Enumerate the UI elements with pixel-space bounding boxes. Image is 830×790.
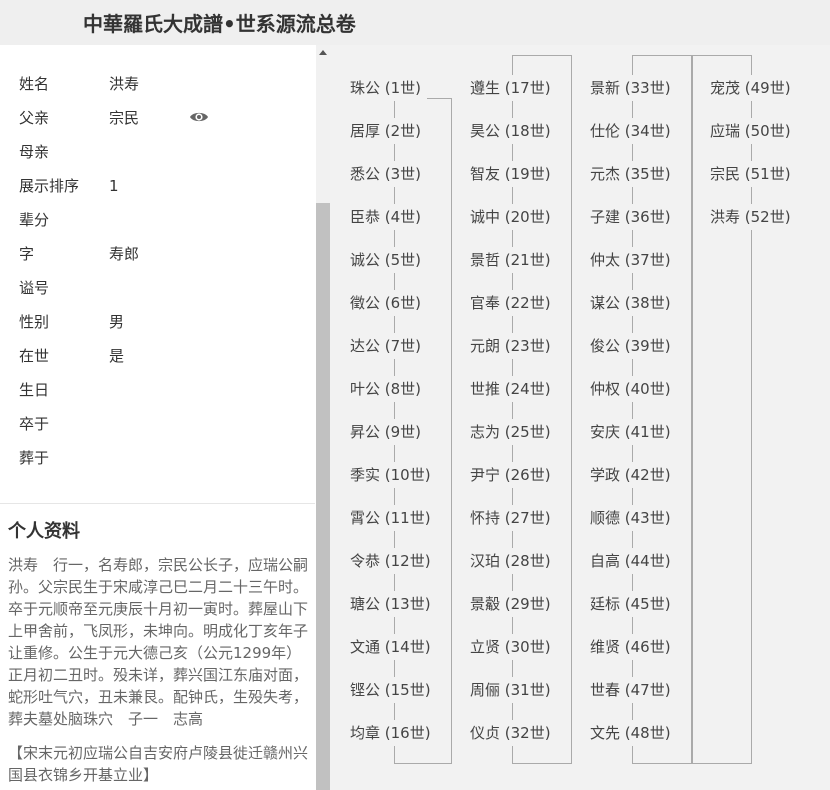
- field-label: 在世: [19, 347, 50, 365]
- scroll-up-arrow-icon[interactable]: [319, 50, 327, 55]
- generation-item[interactable]: 周俪 (31世): [464, 677, 557, 703]
- generation-item[interactable]: 怀持 (27世): [464, 505, 557, 531]
- profile-bio: 洪寿 行一，名寿郎，宗民公长子，应瑞公嗣孙。父宗民生于宋咸淳己巳二月二十三午时。…: [8, 556, 309, 728]
- generation-item[interactable]: 珠公 (1世): [344, 75, 428, 101]
- generation-item[interactable]: 昇公 (9世): [344, 419, 428, 445]
- field-label: 辈分: [19, 211, 50, 229]
- header-bar: 中華羅氏大成譜•世系源流总卷: [0, 0, 830, 45]
- field-label: 母亲: [19, 143, 50, 161]
- field-label: 性别: [19, 313, 50, 331]
- generation-item[interactable]: 智友 (19世): [464, 161, 557, 187]
- section-divider: [0, 503, 315, 504]
- field-value: 洪寿: [109, 75, 140, 93]
- eye-icon[interactable]: [189, 110, 209, 124]
- generation-item[interactable]: 景哲 (21世): [464, 247, 557, 273]
- generation-item[interactable]: 宠茂 (49世): [704, 75, 797, 101]
- generation-item[interactable]: 宗民 (51世): [704, 161, 797, 187]
- generation-item[interactable]: 诚公 (5世): [344, 247, 428, 273]
- generation-item[interactable]: 官奉 (22世): [464, 290, 557, 316]
- field-label: 姓名: [19, 75, 50, 93]
- generation-item[interactable]: 霄公 (11世): [344, 505, 437, 531]
- generation-item[interactable]: 俊公 (39世): [584, 333, 677, 359]
- generation-item[interactable]: 世推 (24世): [464, 376, 557, 402]
- generation-item[interactable]: 安庆 (41世): [584, 419, 677, 445]
- generation-item[interactable]: 仲权 (40世): [584, 376, 677, 402]
- field-label: 字: [19, 245, 35, 263]
- generation-item[interactable]: 元朗 (23世): [464, 333, 557, 359]
- generation-item[interactable]: 子建 (36世): [584, 204, 677, 230]
- generation-item[interactable]: 立贤 (30世): [464, 634, 557, 660]
- generation-item[interactable]: 世春 (47世): [584, 677, 677, 703]
- field-value: 宗民: [109, 109, 140, 127]
- generation-item[interactable]: 叶公 (8世): [344, 376, 428, 402]
- generation-item[interactable]: 瑭公 (13世): [344, 591, 437, 617]
- scrollbar[interactable]: [316, 45, 330, 790]
- generation-item[interactable]: 遵生 (17世): [464, 75, 557, 101]
- field-label: 卒于: [19, 415, 50, 433]
- generation-item[interactable]: 悉公 (3世): [344, 161, 428, 187]
- profile-origin: 【宋末元初应瑞公自吉安府卢陵县徙迁赣州兴国县衣锦乡开基立业】: [8, 744, 309, 784]
- generation-item[interactable]: 汉珀 (28世): [464, 548, 557, 574]
- generation-item[interactable]: 文通 (14世): [344, 634, 437, 660]
- field-value: 男: [109, 313, 125, 331]
- generation-item[interactable]: 文先 (48世): [584, 720, 677, 746]
- generation-item[interactable]: 元杰 (35世): [584, 161, 677, 187]
- generation-item[interactable]: 达公 (7世): [344, 333, 428, 359]
- lineage-tree: 珠公 (1世) 居厚 (2世) 悉公 (3世) 臣恭 (4世) 诚公 (5世) 徵公 (6…: [330, 45, 830, 790]
- generation-item[interactable]: 学政 (42世): [584, 462, 677, 488]
- scrollbar-thumb[interactable]: [316, 203, 330, 790]
- page-title: 中華羅氏大成譜•世系源流总卷: [83, 12, 356, 36]
- field-label: 生日: [19, 381, 50, 399]
- field-value: 寿郎: [109, 245, 140, 263]
- generation-item[interactable]: 维贤 (46世): [584, 634, 677, 660]
- generation-item[interactable]: 志为 (25世): [464, 419, 557, 445]
- generation-item[interactable]: 均章 (16世): [344, 720, 437, 746]
- generation-item[interactable]: 仪贞 (32世): [464, 720, 557, 746]
- generation-item[interactable]: 自高 (44世): [584, 548, 677, 574]
- profile-title: 个人资料: [8, 521, 80, 542]
- generation-item[interactable]: 应瑞 (50世): [704, 118, 797, 144]
- generation-item[interactable]: 诚中 (20世): [464, 204, 557, 230]
- generation-item[interactable]: 景新 (33世): [584, 75, 677, 101]
- generation-item[interactable]: 顺德 (43世): [584, 505, 677, 531]
- generation-item[interactable]: 季实 (10世): [344, 462, 437, 488]
- generation-item[interactable]: 居厚 (2世): [344, 118, 428, 144]
- generation-item[interactable]: 景觳 (29世): [464, 591, 557, 617]
- generation-item[interactable]: 谋公 (38世): [584, 290, 677, 316]
- field-label: 展示排序: [19, 177, 80, 195]
- generation-item[interactable]: 仲太 (37世): [584, 247, 677, 273]
- generation-item[interactable]: 昊公 (18世): [464, 118, 557, 144]
- field-label: 父亲: [19, 109, 50, 127]
- generation-item[interactable]: 廷标 (45世): [584, 591, 677, 617]
- field-value: 是: [109, 347, 125, 365]
- generation-item[interactable]: 尹宁 (26世): [464, 462, 557, 488]
- generation-item[interactable]: 令恭 (12世): [344, 548, 437, 574]
- generation-item[interactable]: 洪寿 (52世): [704, 204, 797, 230]
- generation-item[interactable]: 仕伦 (34世): [584, 118, 677, 144]
- generation-item[interactable]: 铿公 (15世): [344, 677, 437, 703]
- generation-item[interactable]: 徵公 (6世): [344, 290, 428, 316]
- generation-item[interactable]: 臣恭 (4世): [344, 204, 428, 230]
- field-value: 1: [109, 177, 119, 195]
- field-label: 谥号: [19, 279, 50, 297]
- field-label: 葬于: [19, 449, 50, 467]
